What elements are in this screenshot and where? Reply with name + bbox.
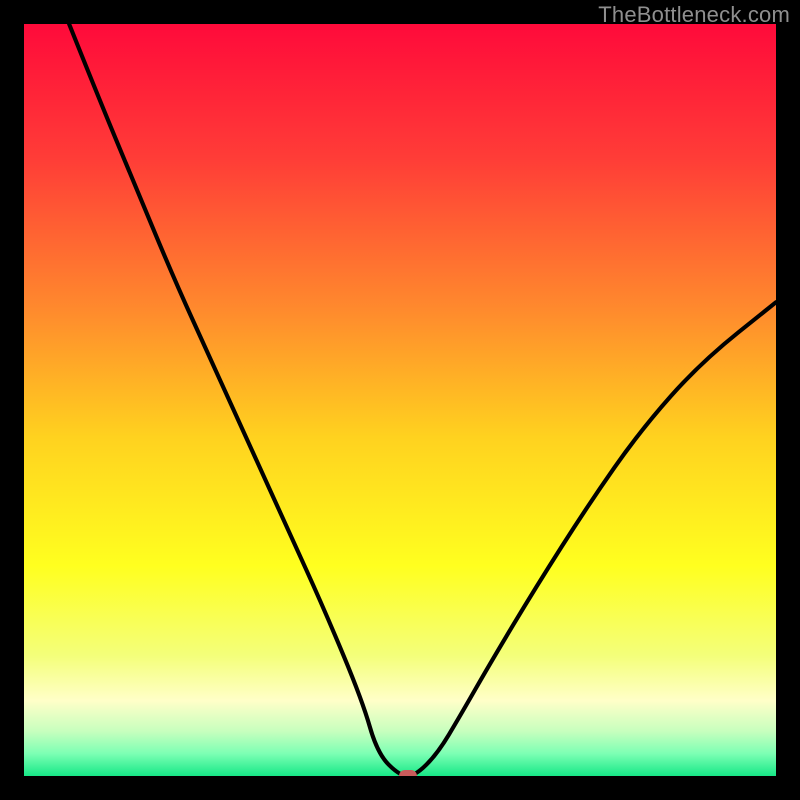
bottleneck-curve (24, 24, 776, 776)
optimal-marker (399, 770, 417, 776)
watermark-text: TheBottleneck.com (598, 2, 790, 28)
plot-area (24, 24, 776, 776)
curve-path (69, 24, 776, 776)
chart-frame: TheBottleneck.com (0, 0, 800, 800)
